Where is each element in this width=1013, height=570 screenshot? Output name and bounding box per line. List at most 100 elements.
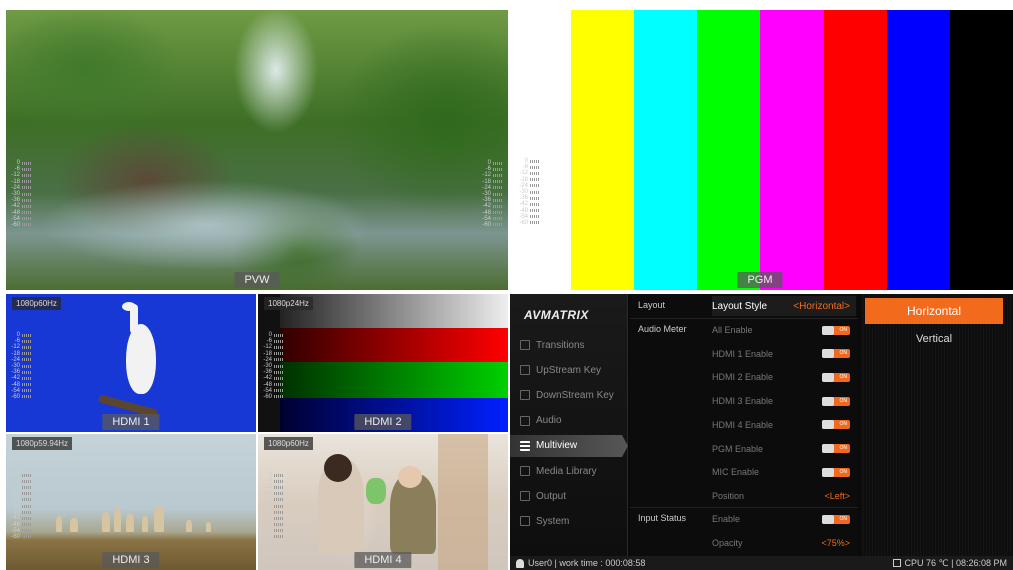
nav-item-output[interactable]: Output [510, 485, 628, 507]
tent-curtain [438, 434, 488, 570]
opacity-row[interactable]: Opacity <75%> [712, 533, 856, 553]
hdmi1-label: HDMI 1 [102, 414, 160, 430]
meter-tick-label: -18 [519, 176, 528, 183]
meter-bar [493, 161, 502, 165]
position-value[interactable]: <Left> [824, 491, 850, 501]
nav-item-multiview[interactable]: Multiview [510, 434, 628, 457]
hdmi4-window: 1080p60Hz 0 -6 -12 -18 -24 -30 -36 -42 -48 -54 -60… [258, 434, 508, 570]
transitions-icon [520, 340, 530, 350]
audio-row-hdmi-2-enable[interactable]: HDMI 2 Enable [712, 367, 856, 387]
divider [630, 507, 858, 508]
cpu-status: CPU 76 ℃ | 08:26:08 PM [892, 558, 1007, 569]
on-toggle[interactable] [822, 396, 850, 406]
stone [56, 516, 62, 532]
meter-bar [22, 376, 31, 380]
on-toggle[interactable] [822, 349, 850, 359]
audio-row-label: All Enable [712, 325, 753, 335]
meter-tick-label: 0 [16, 332, 20, 339]
meter-bar [493, 186, 502, 190]
meter-tick-label: -30 [519, 189, 528, 196]
meter-bar [22, 523, 31, 527]
gray-ramp [280, 294, 508, 328]
meter-bar [22, 389, 31, 393]
layout-style-value[interactable]: <Horizontal> [793, 301, 850, 312]
meter-bar [493, 173, 502, 177]
media-library-icon [520, 466, 530, 476]
meter-tick-label: -60 [11, 221, 20, 228]
meter-tick-label: -6 [266, 478, 272, 485]
input-enable-toggle[interactable] [822, 514, 850, 524]
audio-row-mic-enable[interactable]: MIC Enable [712, 462, 856, 482]
nav-item-transitions[interactable]: Transitions [510, 334, 628, 356]
stone [126, 514, 134, 532]
on-toggle[interactable] [822, 444, 850, 453]
meter-bar [22, 510, 31, 514]
on-toggle[interactable] [822, 372, 850, 382]
meter-tick-label: -18 [11, 350, 20, 357]
on-toggle[interactable] [822, 325, 850, 335]
meter-tick: -60 [263, 534, 285, 540]
meter-bar [22, 352, 31, 356]
section-input-status: Input Status [638, 513, 687, 523]
meter-bar [22, 383, 31, 387]
meter-bar [493, 198, 502, 202]
audio-row-all-enable[interactable]: All Enable [712, 320, 856, 340]
multiview-icon [520, 440, 530, 451]
audio-row-pgm-enable[interactable]: PGM Enable [712, 439, 856, 459]
nav-item-system[interactable]: System [510, 510, 628, 532]
option-horizontal[interactable]: Horizontal [865, 298, 1003, 324]
meter-bar [22, 535, 31, 539]
meter-tick-label: -54 [263, 527, 272, 534]
hdmi1-audio-meter: 0 -6 -12 -18 -24 -30 -36 -42 -48 -54 -60 [11, 332, 33, 400]
audio-row-hdmi-4-enable[interactable]: HDMI 4 Enable [712, 415, 856, 435]
meter-bar [274, 510, 283, 514]
position-row[interactable]: Position <Left> [712, 486, 856, 506]
color-bar-3 [760, 10, 824, 290]
layout-style-row[interactable]: Layout Style <Horizontal> [712, 296, 856, 316]
audio-row-hdmi-1-enable[interactable]: HDMI 1 Enable [712, 344, 856, 364]
nav-item-upstream-key[interactable]: UpStream Key [510, 359, 628, 381]
meter-bar [493, 204, 502, 208]
opacity-value[interactable]: <75%> [821, 538, 850, 548]
output-icon [520, 491, 530, 502]
nav-item-label: Media Library [536, 465, 597, 477]
meter-tick-label: -36 [263, 369, 272, 376]
meter-tick-label: -18 [263, 350, 272, 357]
audio-row-label: HDMI 1 Enable [712, 348, 774, 359]
meter-tick-label: -18 [11, 178, 20, 185]
meter-bar [22, 516, 31, 520]
audio-row-label: HDMI 2 Enable [712, 372, 774, 383]
nav-item-label: Output [536, 490, 567, 502]
meter-tick-label: -6 [522, 164, 528, 171]
pvw-preview-window: 0 -6 -12 -18 -24 -30 -36 -42 -48 -54 -60 0 -6 -12 -18… [6, 10, 508, 290]
meter-tick-label: -24 [11, 356, 20, 363]
meter-bar [22, 223, 31, 227]
user-status: User0 | work time : 000:08:58 [516, 558, 645, 569]
pvw-audio-meter-right: 0 -6 -12 -18 -24 -30 -36 -42 -48 -54 -60 [482, 160, 504, 228]
on-toggle[interactable] [822, 420, 850, 430]
meter-bar [22, 198, 31, 202]
meter-tick: -60 [11, 534, 33, 540]
meter-tick: -60 [519, 220, 541, 226]
color-bar-6 [949, 10, 1013, 290]
meter-tick-label: -42 [263, 515, 272, 522]
position-label: Position [712, 491, 745, 501]
on-toggle[interactable] [822, 467, 850, 477]
nav-item-audio[interactable]: Audio [510, 410, 628, 432]
meter-tick-label: -48 [11, 209, 20, 216]
nav-item-downstream-key[interactable]: DownStream Key [510, 384, 628, 406]
audio-row-hdmi-3-enable[interactable]: HDMI 3 Enable [712, 391, 856, 411]
option-vertical[interactable]: Vertical [865, 326, 1003, 352]
meter-tick-label: -60 [263, 393, 272, 400]
meter-tick-label: -54 [482, 215, 491, 222]
meter-bar [274, 364, 283, 368]
nav-item-media-library[interactable]: Media Library [510, 460, 628, 482]
meter-bar [530, 202, 539, 206]
meter-tick-label: 0 [268, 472, 272, 479]
green-ramp [280, 362, 508, 398]
meter-bar [22, 504, 31, 508]
meter-tick-label: -36 [263, 509, 272, 516]
meter-bar [22, 211, 31, 215]
meter-tick-label: -54 [263, 387, 272, 394]
input-enable-row[interactable]: Enable [712, 509, 856, 529]
